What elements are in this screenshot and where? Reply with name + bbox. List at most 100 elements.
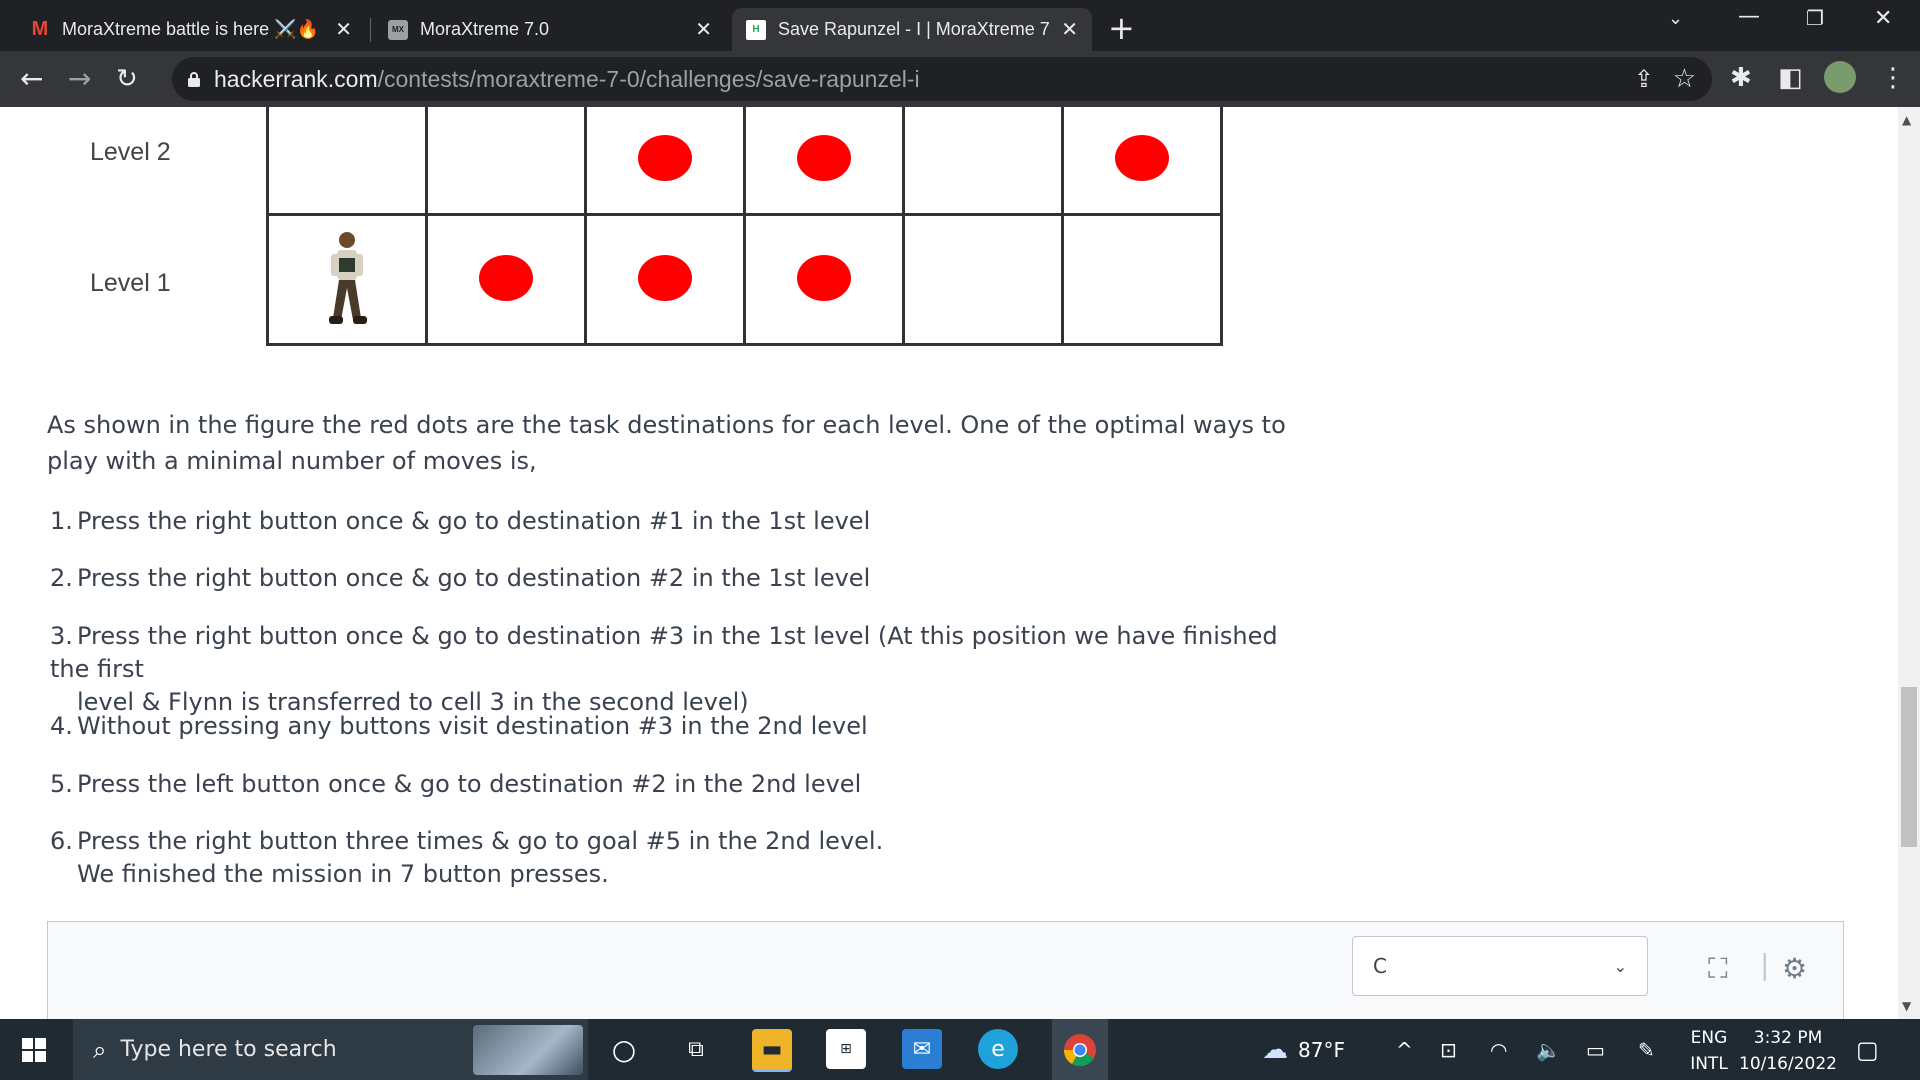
menu-kebab-icon[interactable]: ⋮ — [1880, 63, 1906, 93]
scrollbar-thumb[interactable] — [1901, 687, 1917, 847]
cloud-icon: ☁ — [1262, 1034, 1288, 1065]
flynn-character-icon — [329, 231, 367, 324]
volume-icon[interactable]: 🔈 — [1536, 1019, 1561, 1080]
gmail-icon: M — [31, 18, 49, 40]
close-icon[interactable]: ✕ — [335, 17, 352, 42]
tab-search-chevron-icon[interactable]: ⌄ — [1668, 8, 1683, 29]
divider: | — [1760, 948, 1770, 981]
step-3: 3. Press the right button once & go to de… — [50, 620, 1290, 719]
tab-gmail[interactable]: M MoraXtreme battle is here ⚔️🔥 ✕ — [16, 8, 366, 51]
windows-start-icon[interactable] — [22, 1038, 46, 1062]
settings-gear-icon[interactable]: ⚙ — [1782, 952, 1807, 985]
grid-cell — [266, 107, 428, 216]
problem-description: As shown in the figure the red dots are … — [47, 411, 1286, 475]
tab-title: MoraXtreme 7.0 — [420, 19, 550, 39]
code-editor-toolbar: C ⌄ ⛶ | ⚙ — [47, 921, 1844, 1019]
step-2: 2. Press the right button once & go to de… — [50, 562, 1290, 595]
red-dot — [638, 135, 692, 181]
pen-icon[interactable]: ✎ — [1638, 1019, 1655, 1080]
profile-avatar[interactable] — [1824, 61, 1856, 93]
cortana-circle-icon[interactable]: ○ — [604, 1029, 644, 1069]
step-number: 3. — [50, 622, 73, 650]
task-view-icon[interactable]: ⧉ — [676, 1029, 716, 1069]
forward-arrow-icon[interactable]: → — [68, 61, 91, 97]
close-icon[interactable]: ✕ — [695, 17, 712, 42]
tab-moraxtreme[interactable]: MX MoraXtreme 7.0 ✕ — [374, 8, 726, 51]
step-number: 6. — [50, 827, 73, 855]
weather-widget[interactable]: ☁ 87°F — [1262, 1019, 1345, 1080]
tab-separator — [370, 18, 371, 42]
new-tab-plus-icon[interactable]: + — [1108, 12, 1135, 44]
step-number: 4. — [50, 712, 73, 740]
url-text: hackerrank.com/contests/moraxtreme-7-0/c… — [214, 66, 920, 93]
grid-cell — [266, 213, 428, 346]
search-icon: ⌕ — [93, 1035, 107, 1064]
reload-icon[interactable]: ↻ — [116, 61, 138, 97]
step-text: Without pressing any buttons visit desti… — [77, 712, 868, 740]
scroll-up-icon[interactable]: ▲ — [1902, 113, 1911, 127]
tray-overflow-chevron-icon[interactable]: ^ — [1396, 1019, 1413, 1080]
back-arrow-icon[interactable]: ← — [20, 61, 43, 97]
grid-cell — [425, 107, 587, 216]
lang-top: ENG — [1690, 1028, 1728, 1048]
grid-row-level-2 — [266, 107, 1223, 216]
hackerrank-icon: H — [746, 19, 766, 40]
extensions-puzzle-icon[interactable]: ✱ — [1730, 63, 1752, 93]
red-dot — [797, 254, 851, 301]
language-value: C — [1373, 954, 1387, 978]
tray-app-icon[interactable]: ⊡ — [1440, 1019, 1457, 1080]
chrome-taskbar-icon[interactable] — [1052, 1019, 1108, 1080]
chevron-down-icon: ⌄ — [1613, 956, 1627, 976]
grid-row-level-1 — [266, 213, 1223, 346]
tab-save-rapunzel[interactable]: H Save Rapunzel - I | MoraXtreme 7 ✕ — [732, 8, 1092, 51]
input-language[interactable]: ENG INTL — [1690, 1025, 1728, 1077]
grid-cell — [902, 213, 1064, 346]
address-bar[interactable]: hackerrank.com/contests/moraxtreme-7-0/c… — [172, 57, 1712, 101]
grid-cell — [425, 213, 587, 346]
red-dot — [1115, 135, 1169, 181]
lang-bottom: INTL — [1690, 1054, 1728, 1074]
browser-toolbar: ← → ↻ hackerrank.com/contests/moraxtreme… — [0, 51, 1920, 107]
row-label-level-1: Level 1 — [90, 269, 171, 297]
language-select[interactable]: C ⌄ — [1352, 936, 1648, 996]
minimize-icon[interactable]: — — [1738, 4, 1760, 29]
problem-page: Level 2 Level 1 As shown in the figure t… — [0, 107, 1898, 1019]
step-continuation: We finished the mission in 7 button pres… — [77, 860, 609, 888]
weather-temp: 87°F — [1298, 1037, 1345, 1062]
vertical-scrollbar[interactable]: ▲ ▼ — [1898, 107, 1920, 1019]
microsoft-store-icon[interactable]: ⊞ — [826, 1029, 866, 1069]
battery-icon[interactable]: ▭ — [1586, 1019, 1605, 1080]
window-close-icon[interactable]: ✕ — [1874, 6, 1892, 31]
file-explorer-icon[interactable]: ▬ — [752, 1029, 792, 1072]
tab-title: Save Rapunzel - I | MoraXtreme 7 — [778, 19, 1050, 39]
grid-cell — [584, 107, 746, 216]
tab-strip: M MoraXtreme battle is here ⚔️🔥 ✕ MX Mor… — [0, 0, 1920, 51]
step-5: 5. Press the left button once & go to des… — [50, 768, 1290, 801]
scroll-down-icon[interactable]: ▼ — [1902, 999, 1911, 1013]
step-6: 6. Press the right button three times & g… — [50, 825, 1290, 891]
red-dot — [797, 135, 851, 181]
taskbar-search-box[interactable]: ⌕ Type here to search — [73, 1019, 588, 1080]
wifi-icon[interactable]: ◠ — [1490, 1019, 1507, 1080]
grid-cell — [584, 213, 746, 346]
mail-icon[interactable]: ✉ — [902, 1029, 942, 1069]
close-icon[interactable]: ✕ — [1061, 17, 1078, 42]
step-text: Press the right button three times & go … — [77, 827, 884, 855]
clock-date: 10/16/2022 — [1739, 1054, 1837, 1074]
red-dot — [479, 254, 533, 301]
windows-taskbar: ⌕ Type here to search ○ ⧉ ▬ ⊞ ✉ e ☁ 87°F… — [0, 1019, 1920, 1080]
grid-cell — [743, 107, 905, 216]
bookmark-star-icon[interactable]: ☆ — [1673, 64, 1696, 94]
clock[interactable]: 3:32 PM 10/16/2022 — [1738, 1025, 1838, 1077]
step-number: 2. — [50, 564, 73, 592]
red-dot — [638, 254, 692, 301]
step-text: Press the right button once & go to dest… — [77, 564, 871, 592]
restore-icon[interactable]: ❐ — [1806, 6, 1824, 30]
edge-browser-icon[interactable]: e — [978, 1029, 1018, 1069]
grid-cell — [902, 107, 1064, 216]
share-icon[interactable]: ⇪ — [1634, 65, 1654, 93]
notification-icon[interactable]: ▢ — [1856, 1019, 1879, 1080]
step-4: 4. Without pressing any buttons visit des… — [50, 710, 1290, 743]
fullscreen-icon[interactable]: ⛶ — [1708, 952, 1728, 986]
side-panel-icon[interactable]: ◧ — [1778, 63, 1803, 93]
